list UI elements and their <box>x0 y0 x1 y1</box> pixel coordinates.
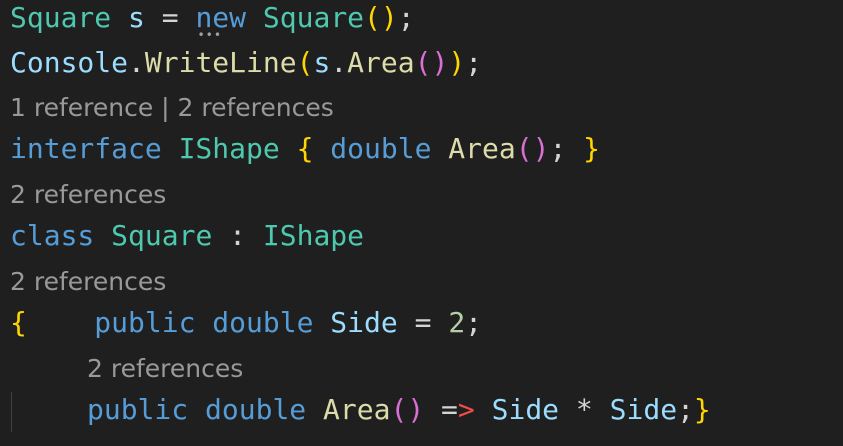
property-token: Side <box>609 393 678 426</box>
function-token: Area <box>448 132 516 165</box>
property-token: Side <box>330 306 398 339</box>
code-line-2[interactable]: Console.WriteLine(s.Area()); <box>10 45 482 81</box>
semicolon-token: ; <box>549 132 584 165</box>
codelens-references[interactable]: 2 references <box>87 353 243 385</box>
bracket-token: ( <box>296 46 314 79</box>
semicolon-token: ; <box>465 46 483 79</box>
bracket-token: } <box>583 132 601 165</box>
bracket-token: ) <box>380 1 398 34</box>
bracket-token: ) <box>407 393 425 426</box>
type-token: Square <box>94 219 230 252</box>
operator-token: = <box>424 393 458 426</box>
identifier-token: s <box>313 46 331 79</box>
keyword-token: class <box>10 219 95 252</box>
function-token: Area <box>323 393 391 426</box>
property-token: Side <box>474 393 560 426</box>
code-line-5[interactable]: { public double Side = 2; <box>10 305 482 341</box>
semicolon-token: ; <box>677 393 694 426</box>
function-token: Area <box>347 46 415 79</box>
keyword-token: public <box>87 393 189 426</box>
type-token: IShape <box>161 132 297 165</box>
dot-token: . <box>330 46 348 79</box>
code-line-6[interactable]: public double Area() => Side * Side;} <box>87 392 711 428</box>
keyword-token: double <box>195 306 331 339</box>
type-token: Square <box>262 1 365 34</box>
suggestion-dots-icon: ••• <box>197 28 223 42</box>
bracket-token: ( <box>515 132 533 165</box>
bracket-token: ( <box>414 46 432 79</box>
bracket-token: ( <box>364 1 381 34</box>
dot-token: . <box>128 46 145 79</box>
bracket-token: ) <box>448 46 466 79</box>
variable-token: s <box>111 1 162 34</box>
semicolon-token: ; <box>465 306 483 339</box>
type-token: IShape <box>262 219 365 252</box>
type-token: Square <box>10 1 112 34</box>
bracket-token: ) <box>532 132 550 165</box>
identifier-token: Console <box>10 46 129 79</box>
colon-token: : <box>229 219 263 252</box>
code-line-3[interactable]: interface IShape { double Area(); } <box>10 131 600 167</box>
bracket-token: ( <box>390 393 408 426</box>
operator-token: = <box>397 306 449 339</box>
indent-guide <box>11 392 12 432</box>
bracket-token: ) <box>431 46 449 79</box>
code-line-1[interactable]: Square s = new ••• Square(); <box>10 0 415 42</box>
operator-token: = <box>161 1 196 34</box>
keyword-token: public <box>26 306 196 339</box>
operator-token: * <box>559 393 610 426</box>
code-line-4[interactable]: class Square : IShape <box>10 218 364 254</box>
code-editor[interactable]: Square s = new ••• Square(); Console.Writ… <box>0 0 843 446</box>
number-token: 2 <box>448 306 466 339</box>
bracket-token: } <box>693 393 711 426</box>
function-token: WriteLine <box>144 46 297 79</box>
bracket-token: { <box>10 306 27 339</box>
bracket-token: { <box>296 132 314 165</box>
codelens-references[interactable]: 2 references <box>10 266 166 298</box>
arrow-token: > <box>457 393 475 426</box>
codelens-references[interactable]: 1 reference | 2 references <box>10 92 334 124</box>
keyword-new-token: new ••• <box>195 1 247 42</box>
semicolon-token: ; <box>397 1 415 34</box>
keyword-token: interface <box>10 132 162 165</box>
keyword-token: double <box>313 132 449 165</box>
codelens-references[interactable]: 2 references <box>10 179 166 211</box>
keyword-token: double <box>188 393 324 426</box>
